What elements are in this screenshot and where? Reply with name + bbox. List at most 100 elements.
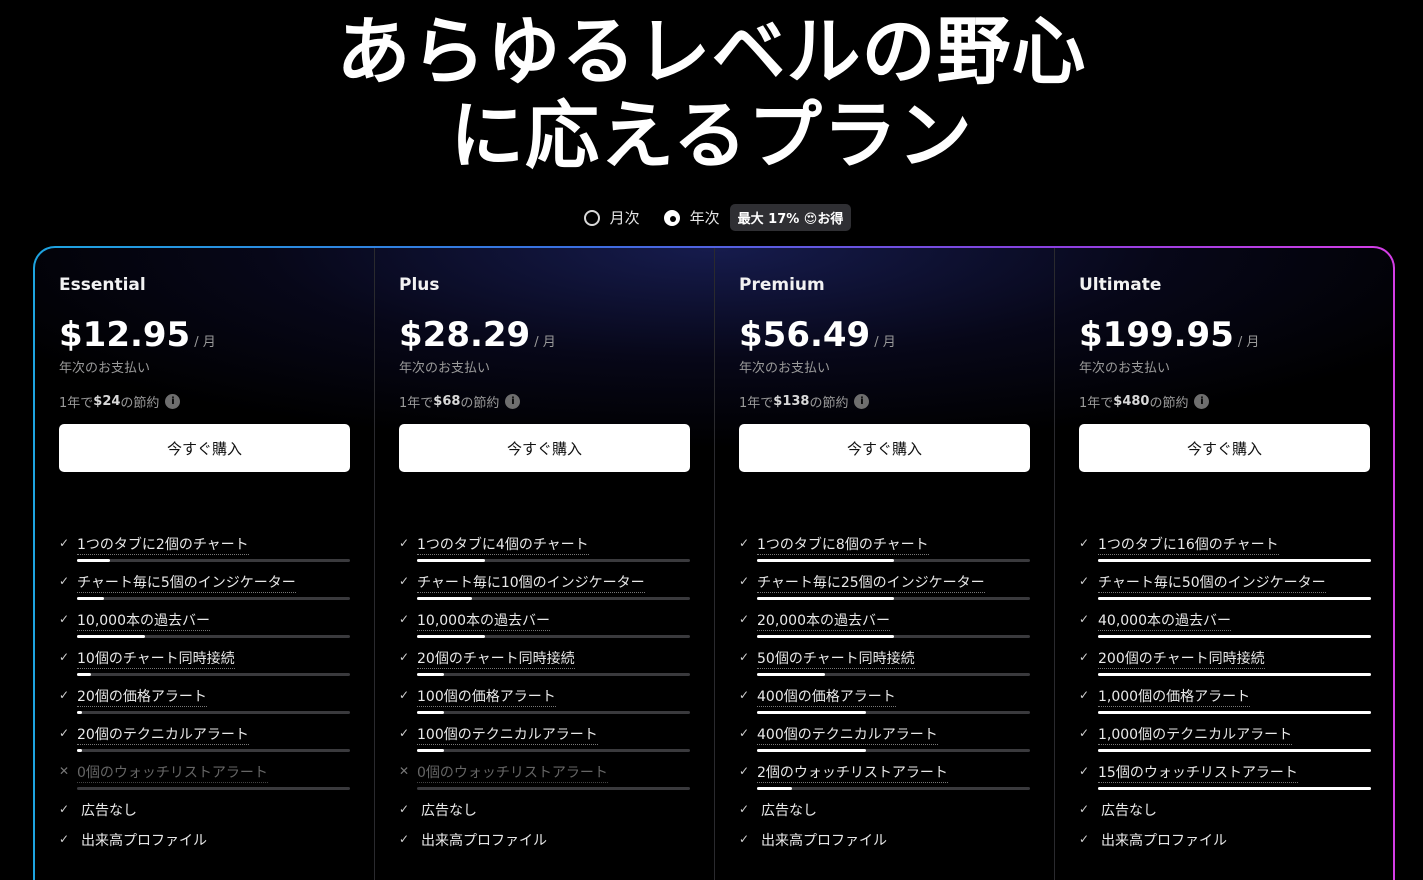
feature-text[interactable]: 20,000本の過去バー: [757, 612, 890, 631]
feature-level-fill: [1098, 673, 1371, 676]
feature-level-bar: [1098, 787, 1371, 790]
feature-item: ✓ 10,000本の過去バー: [399, 610, 690, 648]
feature-text[interactable]: 200個のチャート同時接続: [1098, 650, 1265, 669]
feature-body: 広告なし: [1101, 800, 1371, 820]
feature-level-fill: [757, 597, 894, 600]
buy-now-button[interactable]: 今すぐ購入: [59, 424, 350, 472]
feature-text[interactable]: 0個のウォッチリストアラート: [417, 764, 608, 783]
cross-icon: ✕: [59, 764, 70, 778]
annual-savings: 1年で $24 の節約 i: [59, 391, 350, 411]
billing-note: 年次のお支払い: [59, 361, 151, 376]
price-period: / 月: [874, 335, 896, 350]
annual-radio[interactable]: [663, 209, 680, 226]
feature-list: ✓ 1つのタブに16個のチャート ✓ チャート毎に50個のインジケーター ✓ 40,000…: [1079, 534, 1371, 860]
feature-text[interactable]: 10,000本の過去バー: [77, 612, 210, 631]
feature-list: ✓ 1つのタブに4個のチャート ✓ チャート毎に10個のインジケーター ✓ 10,000本…: [399, 534, 690, 860]
feature-item: ✓ 広告なし: [59, 800, 350, 830]
plan-price: $56.49: [739, 315, 871, 355]
feature-text[interactable]: 40,000本の過去バー: [1098, 612, 1231, 631]
feature-level-bar: [757, 673, 1030, 676]
savings-prefix: 1年で: [59, 395, 94, 411]
feature-body: 50個のチャート同時接続: [757, 648, 1030, 676]
feature-text[interactable]: 50個のチャート同時接続: [757, 650, 915, 669]
info-icon[interactable]: i: [854, 393, 870, 409]
plan-name: Essential: [59, 275, 146, 295]
savings-suffix: の節約: [460, 395, 500, 411]
check-icon: ✓: [1079, 612, 1090, 626]
billing-toggle: 月次 年次 最大 17% 😍お得: [0, 204, 1423, 231]
feature-body: 20個のテクニカルアラート: [77, 724, 350, 752]
feature-body: 出来高プロファイル: [1101, 830, 1371, 850]
check-icon: ✓: [59, 802, 70, 816]
feature-level-fill: [417, 673, 445, 676]
feature-list: ✓ 1つのタブに2個のチャート ✓ チャート毎に5個のインジケーター ✓ 10,000本の…: [59, 534, 350, 860]
price-row: $12.95 / 月: [59, 315, 350, 357]
feature-text[interactable]: 100個のテクニカルアラート: [417, 726, 598, 745]
feature-body: チャート毎に10個のインジケーター: [417, 572, 690, 600]
feature-text[interactable]: 0個のウォッチリストアラート: [77, 764, 268, 783]
check-icon: ✓: [739, 574, 750, 588]
info-icon[interactable]: i: [165, 393, 181, 409]
feature-text[interactable]: チャート毎に10個のインジケーター: [417, 574, 645, 593]
feature-item: ✓ チャート毎に5個のインジケーター: [59, 572, 350, 610]
price-row: $199.95 / 月: [1079, 315, 1371, 357]
savings-amount: $480: [1113, 393, 1150, 409]
check-icon: ✓: [739, 726, 750, 740]
feature-text[interactable]: 1,000個のテクニカルアラート: [1098, 726, 1293, 745]
feature-text[interactable]: 15個のウォッチリストアラート: [1098, 764, 1298, 783]
feature-text[interactable]: 1つのタブに4個のチャート: [417, 536, 589, 555]
feature-body: 0個のウォッチリストアラート: [417, 762, 690, 790]
feature-body: 10個のチャート同時接続: [77, 648, 350, 676]
feature-text[interactable]: チャート毎に5個のインジケーター: [77, 574, 296, 593]
feature-level-fill: [757, 673, 826, 676]
check-icon: ✓: [1079, 726, 1090, 740]
plan-card-ultimate: Ultimate $199.95 / 月 年次のお支払い 1年で $480 の節約…: [1055, 248, 1393, 880]
feature-item: ✓ 出来高プロファイル: [1079, 830, 1371, 860]
feature-text[interactable]: 20個のテクニカルアラート: [77, 726, 249, 745]
feature-level-fill: [757, 749, 867, 752]
savings-amount: $138: [773, 393, 810, 409]
feature-level-fill: [757, 787, 793, 790]
buy-now-button[interactable]: 今すぐ購入: [399, 424, 690, 472]
feature-text[interactable]: 1つのタブに16個のチャート: [1098, 536, 1279, 555]
feature-level-bar: [77, 635, 350, 638]
info-icon[interactable]: i: [1194, 393, 1210, 409]
feature-text[interactable]: チャート毎に25個のインジケーター: [757, 574, 985, 593]
buy-now-button[interactable]: 今すぐ購入: [739, 424, 1030, 472]
billing-annual-option[interactable]: 年次: [663, 207, 720, 228]
feature-text[interactable]: 400個の価格アラート: [757, 688, 896, 707]
feature-body: 1,000個のテクニカルアラート: [1098, 724, 1371, 752]
feature-text[interactable]: 100個の価格アラート: [417, 688, 556, 707]
feature-level-bar: [417, 787, 690, 790]
feature-body: 出来高プロファイル: [81, 830, 350, 850]
feature-text[interactable]: 20個の価格アラート: [77, 688, 207, 707]
feature-level-bar: [77, 711, 350, 714]
feature-text[interactable]: チャート毎に50個のインジケーター: [1098, 574, 1326, 593]
feature-text[interactable]: 1つのタブに8個のチャート: [757, 536, 929, 555]
check-icon: ✓: [399, 726, 410, 740]
info-icon[interactable]: i: [505, 393, 521, 409]
check-icon: ✓: [1079, 688, 1090, 702]
savings-suffix: の節約: [809, 395, 849, 411]
cross-icon: ✕: [399, 764, 410, 778]
feature-body: 0個のウォッチリストアラート: [77, 762, 350, 790]
check-icon: ✓: [739, 612, 750, 626]
feature-text[interactable]: 10個のチャート同時接続: [77, 650, 235, 669]
feature-text[interactable]: 1,000個の価格アラート: [1098, 688, 1251, 707]
feature-body: 100個のテクニカルアラート: [417, 724, 690, 752]
feature-text[interactable]: 10,000本の過去バー: [417, 612, 550, 631]
feature-text[interactable]: 400個のテクニカルアラート: [757, 726, 938, 745]
feature-item: ✓ 2個のウォッチリストアラート: [739, 762, 1030, 800]
annual-savings: 1年で $480 の節約 i: [1079, 391, 1371, 411]
feature-level-bar: [1098, 711, 1371, 714]
feature-text: 広告なし: [81, 803, 137, 819]
feature-level-fill: [1098, 787, 1371, 790]
feature-text[interactable]: 20個のチャート同時接続: [417, 650, 575, 669]
feature-body: 1つのタブに2個のチャート: [77, 534, 350, 562]
buy-now-button[interactable]: 今すぐ購入: [1079, 424, 1370, 472]
check-icon: ✓: [399, 650, 410, 664]
monthly-radio[interactable]: [583, 209, 600, 226]
billing-monthly-option[interactable]: 月次: [583, 207, 640, 228]
feature-text[interactable]: 1つのタブに2個のチャート: [77, 536, 249, 555]
feature-text[interactable]: 2個のウォッチリストアラート: [757, 764, 948, 783]
